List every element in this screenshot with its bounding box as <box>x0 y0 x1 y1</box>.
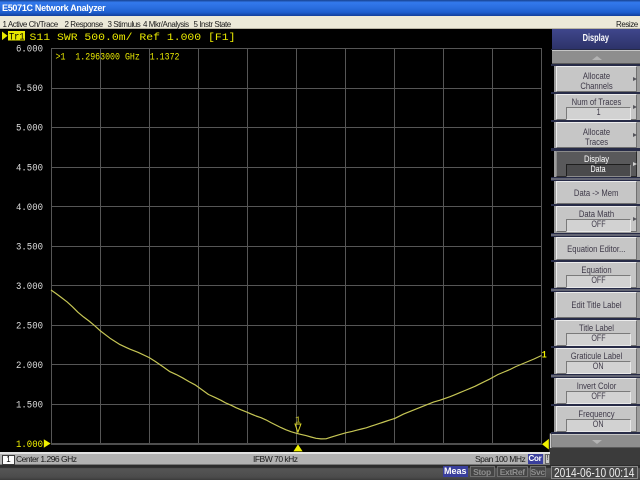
svg-text:4.500: 4.500 <box>16 162 43 174</box>
svg-text:5.000: 5.000 <box>16 123 43 135</box>
svg-text:2.500: 2.500 <box>16 320 43 332</box>
svg-text:6.000: 6.000 <box>16 44 43 56</box>
svg-text:Tr1: Tr1 <box>9 32 25 43</box>
svg-text:2.000: 2.000 <box>16 360 43 372</box>
svg-text:5.500: 5.500 <box>16 83 43 95</box>
svg-text:S11 SWR 500.0m/ Ref 1.000 [F1]: S11 SWR 500.0m/ Ref 1.000 [F1] <box>30 32 236 44</box>
svg-text:3.500: 3.500 <box>16 241 43 253</box>
svg-text:3.000: 3.000 <box>16 281 43 293</box>
svg-text:>1 1.2963000 GHz 1.1372: >1 1.2963000 GHz 1.1372 <box>56 51 180 63</box>
svg-text:1.000: 1.000 <box>16 439 43 451</box>
svg-text:1.500: 1.500 <box>16 400 43 412</box>
svg-text:4.000: 4.000 <box>16 202 43 214</box>
svg-text:1: 1 <box>542 351 547 362</box>
